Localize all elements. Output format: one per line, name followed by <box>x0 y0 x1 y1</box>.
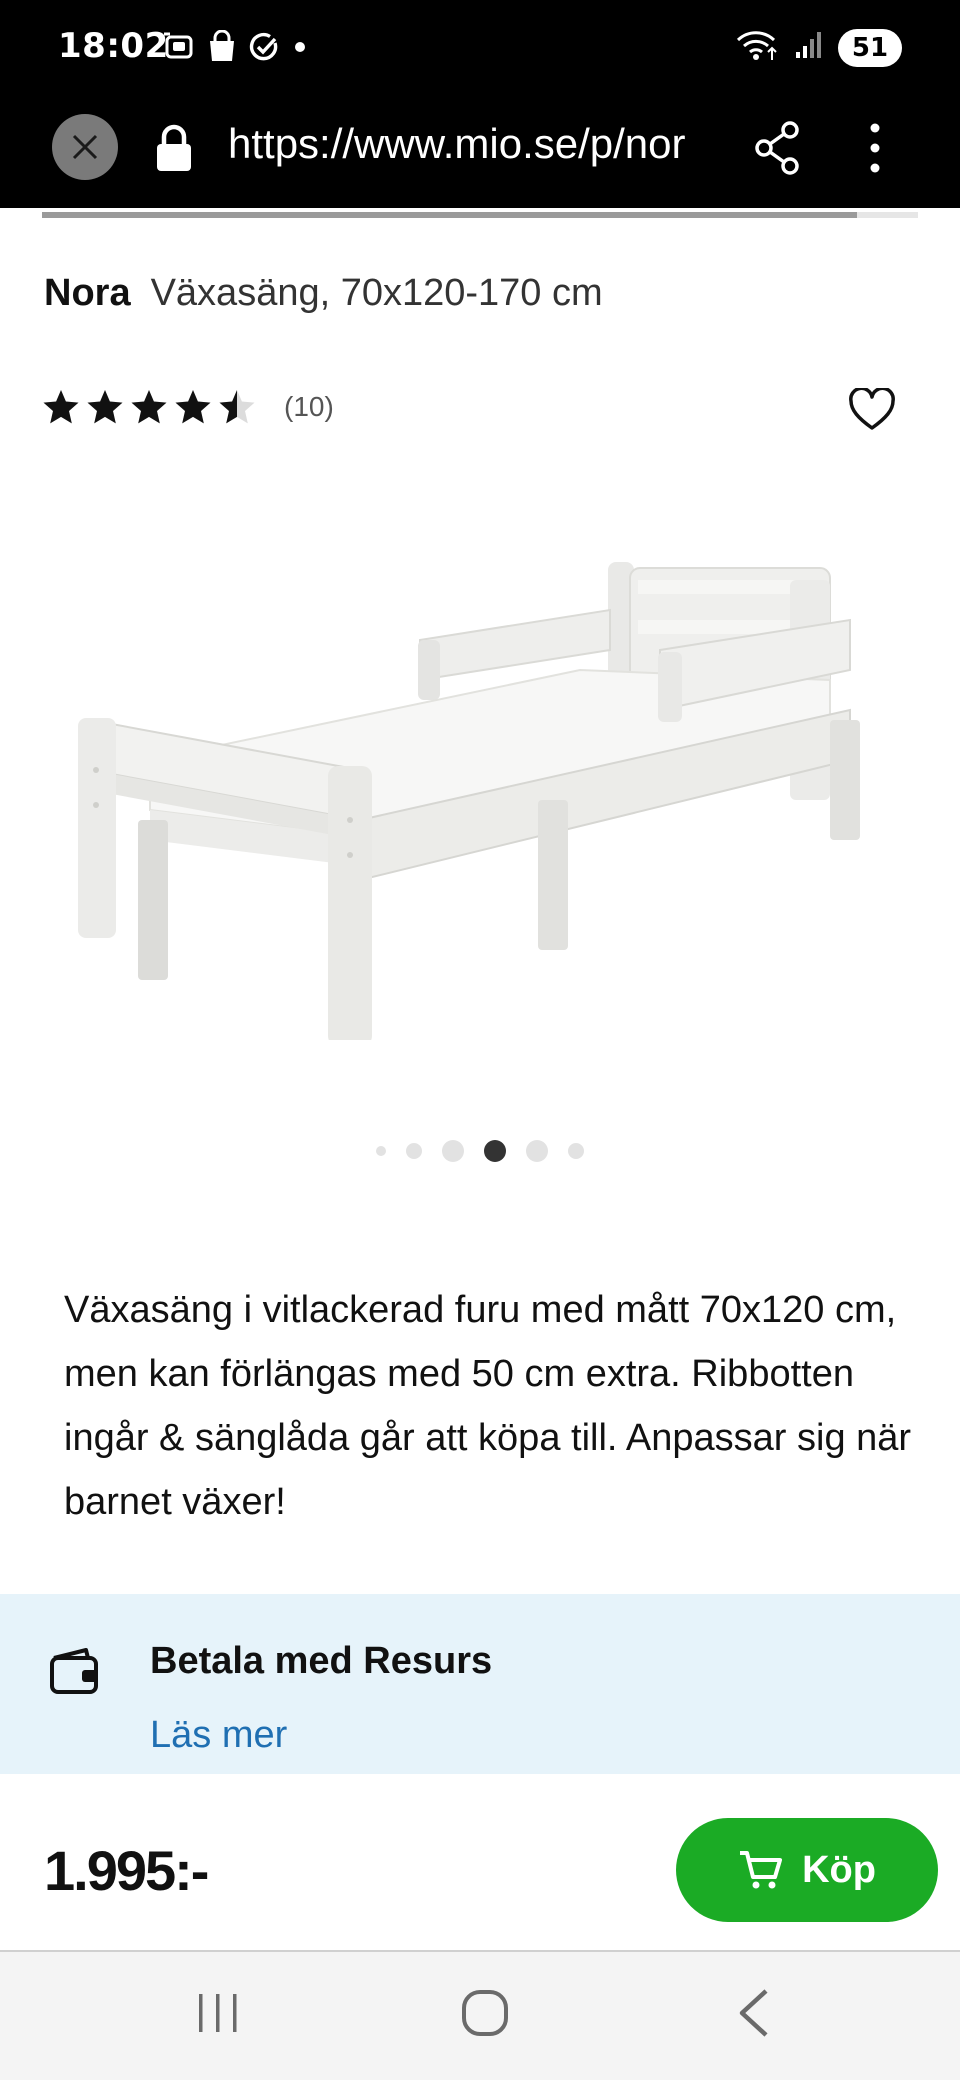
star-icon <box>131 390 167 424</box>
wifi-icon <box>736 28 780 67</box>
recents-icon <box>199 1994 237 2032</box>
page-load-progress-fill <box>42 212 857 218</box>
home-icon <box>462 1990 508 2036</box>
favorite-button[interactable] <box>848 386 896 437</box>
screenshot-icon <box>162 30 196 69</box>
share-button[interactable] <box>754 120 802 181</box>
signal-icon <box>794 30 824 65</box>
battery-indicator: 51 <box>838 28 902 67</box>
wallet-icon <box>48 1646 102 1701</box>
buy-button-label: Köp <box>802 1848 876 1891</box>
carousel-dot[interactable] <box>568 1143 584 1159</box>
status-bar: 18:02 51 <box>0 0 960 98</box>
status-notification-icons <box>162 29 310 69</box>
browser-toolbar: https://www.mio.se/p/nor <box>0 98 960 208</box>
payment-banner: Betala med Resurs Läs mer <box>0 1594 960 1774</box>
more-vert-icon <box>870 123 880 173</box>
status-right: 51 <box>736 28 902 67</box>
back-icon <box>739 1989 768 2037</box>
share-icon <box>755 121 799 175</box>
carousel-dot[interactable] <box>406 1143 422 1159</box>
system-nav-bar <box>0 1952 960 2080</box>
star-icon <box>175 390 211 424</box>
carousel-dot-active[interactable] <box>484 1140 506 1162</box>
recents-button[interactable] <box>196 1988 240 2043</box>
status-time: 18:02 <box>58 26 169 66</box>
review-count[interactable]: (10) <box>284 391 334 423</box>
carousel-dot[interactable] <box>376 1146 386 1156</box>
image-carousel-dots[interactable] <box>0 1140 960 1162</box>
shopping-bag-icon <box>206 29 238 69</box>
carousel-dot[interactable] <box>526 1140 548 1162</box>
bed-image <box>78 562 860 1046</box>
buy-bar: 1.995:- Köp <box>0 1774 960 1952</box>
close-icon <box>72 134 98 160</box>
close-tab-button[interactable] <box>52 114 118 180</box>
page-load-progress <box>42 212 918 218</box>
product-name: Växasäng, 70x120-170 cm <box>150 272 603 314</box>
product-title: Nora Växasäng, 70x120-170 cm <box>44 272 603 315</box>
url-field[interactable]: https://www.mio.se/p/nor <box>228 120 718 168</box>
heart-icon <box>849 386 895 430</box>
product-price: 1.995:- <box>44 1839 209 1902</box>
star-icon <box>87 390 123 424</box>
product-description: Växasäng i vitlackerad furu med mått 70x… <box>64 1289 912 1523</box>
payment-title: Betala med Resurs <box>150 1640 493 1682</box>
back-button[interactable] <box>736 1988 772 2043</box>
check-circle-icon <box>248 31 280 68</box>
home-button[interactable] <box>460 1988 510 2043</box>
star-icon <box>43 390 79 424</box>
buy-button[interactable]: Köp <box>676 1818 938 1922</box>
read-more-link[interactable]: Läs mer <box>150 1714 287 1757</box>
dot-icon <box>290 37 310 62</box>
lock-icon[interactable] <box>154 124 194 179</box>
rating-row[interactable]: (10) <box>42 388 334 426</box>
browser-menu-button[interactable] <box>868 120 882 181</box>
cart-icon <box>740 1851 783 1889</box>
product-image[interactable] <box>60 520 900 1046</box>
product-brand: Nora <box>44 272 131 314</box>
carousel-dot[interactable] <box>442 1140 464 1162</box>
star-icon <box>219 390 255 424</box>
star-rating <box>42 388 256 426</box>
